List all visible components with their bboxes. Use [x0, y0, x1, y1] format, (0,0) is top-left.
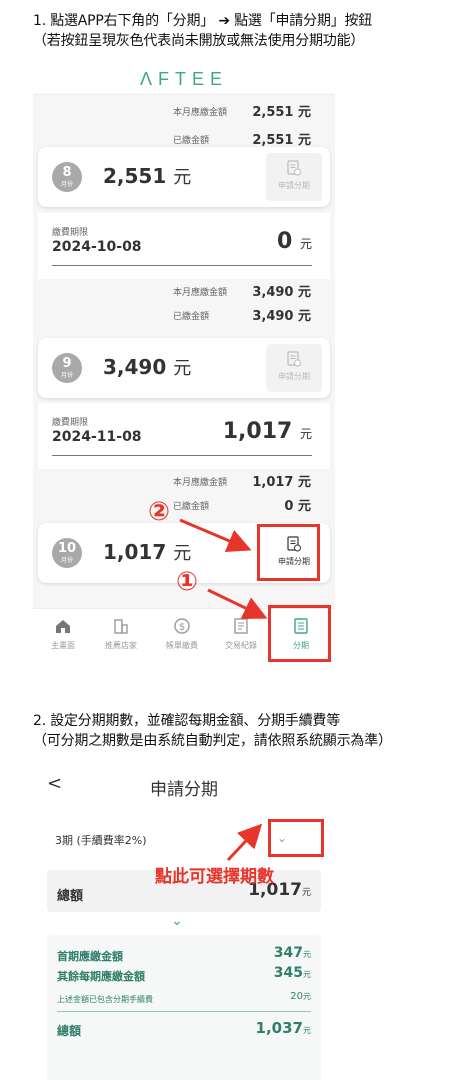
divider [52, 265, 312, 266]
first-payment-row: 首期應繳金額 347元 [57, 945, 311, 963]
apply-installment-button[interactable]: 申請分期 [266, 344, 322, 392]
app-header: ΛFTEE [33, 63, 335, 95]
amount-paid-label: 已繳金額 [173, 502, 210, 512]
annotation-number-2: ② [148, 497, 171, 527]
step1-note: （若按鈕呈現灰色代表尚未開放或無法使用分期功能） [33, 33, 365, 49]
period-amount: 0 元 [277, 229, 312, 254]
due-date-label: 繳費期限 [52, 418, 89, 428]
amount-paid-value: 2,551 元 [252, 133, 311, 148]
period-amount: 1,017 元 [222, 419, 312, 444]
installment-detail-box: 首期應繳金額 347元 其餘每期應繳金額 345元 上述金額已包含分期手續費 2… [47, 935, 321, 1080]
amount-due-value: 1,017 元 [252, 475, 311, 490]
payment-period-block: 繳費期限 2024-10-08 0 元 [38, 213, 330, 279]
record-icon [234, 618, 248, 634]
highlight-apply-button [257, 524, 320, 581]
double-chevron-down-icon: ⌄​ [171, 913, 183, 929]
step2-instruction: 2. 設定分期期數，並確認每期金額、分期手續費等 [33, 713, 341, 729]
tab-bill-payment[interactable]: $ 帳單繳費 [152, 609, 212, 660]
month-amount: 2,551 元 [103, 164, 192, 188]
due-date-value: 2024-10-08 [52, 239, 142, 255]
amount-due-label: 本月應繳金額 [173, 288, 228, 298]
document-icon [287, 160, 301, 176]
month-badge: 10 月份 [52, 538, 82, 568]
highlight-installment-tab [268, 605, 331, 662]
apply-installment-header: < 申請分期 [33, 765, 335, 805]
month-badge: 9 月份 [52, 353, 82, 383]
total-label: 總額 [57, 889, 84, 904]
aftee-logo: ΛFTEE [139, 69, 229, 89]
month-card-9: 9 月份 3,490 元 申請分期 [38, 338, 330, 398]
store-icon [114, 619, 128, 634]
amount-due-value: 2,551 元 [252, 105, 311, 120]
due-date-label: 繳費期限 [52, 228, 89, 238]
month-amount: 1,017 元 [103, 540, 192, 564]
amount-due-label: 本月應繳金額 [173, 478, 228, 488]
svg-text:$: $ [179, 622, 185, 633]
document-icon [287, 351, 301, 367]
payment-period-block: 繳費期限 2024-11-08 1,017 元 [38, 403, 330, 469]
subsequent-payment-row: 其餘每期應繳金額 345元 [57, 965, 311, 983]
amount-due-label: 本月應繳金額 [173, 108, 228, 118]
select-period-hint: 點此可選擇期數 [155, 867, 274, 887]
selected-period: 3期 (手續費率2%) [55, 834, 147, 847]
highlight-period-dropdown [268, 819, 324, 857]
month-card-8: 8 月份 2,551 元 申請分期 [38, 147, 330, 207]
tab-transaction-records[interactable]: 交易紀錄 [211, 609, 271, 660]
amount-paid-value: 3,490 元 [252, 309, 311, 324]
app-screenshot-apply-installment: < 申請分期 3期 (手續費率2%) ⌄ 總額 1,017元 ⌄​ 首期應繳金額… [33, 765, 335, 1080]
month-badge: 8 月份 [52, 162, 82, 192]
page-title: 申請分期 [150, 780, 218, 800]
dollar-icon: $ [174, 618, 190, 634]
divider [57, 1011, 311, 1012]
divider [52, 455, 312, 456]
amount-paid-value: 0 元 [284, 499, 311, 514]
annotation-number-1: ① [176, 567, 199, 597]
amount-due-value: 3,490 元 [252, 285, 311, 300]
tab-recommended-stores[interactable]: 推薦店家 [91, 609, 151, 660]
amount-paid-label: 已繳金額 [173, 136, 210, 146]
tab-home[interactable]: 主畫面 [33, 609, 93, 660]
amount-paid-label: 已繳金額 [173, 312, 210, 322]
apply-installment-button[interactable]: 申請分期 [266, 153, 322, 201]
step2-note: （可分期之期數是由系統自動判定，請依照系統顯示為準） [33, 733, 392, 749]
grand-total-row: 總額 1,037元 [57, 1019, 311, 1038]
month-amount: 3,490 元 [103, 355, 192, 379]
step1-instruction: 1. 點選APP右下角的「分期」 ➔ 點選「申請分期」按鈕 [33, 13, 373, 29]
home-icon [56, 620, 70, 633]
fee-included-row: 上述金額已包含分期手續費 20元 [57, 991, 311, 1004]
due-date-value: 2024-11-08 [52, 429, 142, 445]
